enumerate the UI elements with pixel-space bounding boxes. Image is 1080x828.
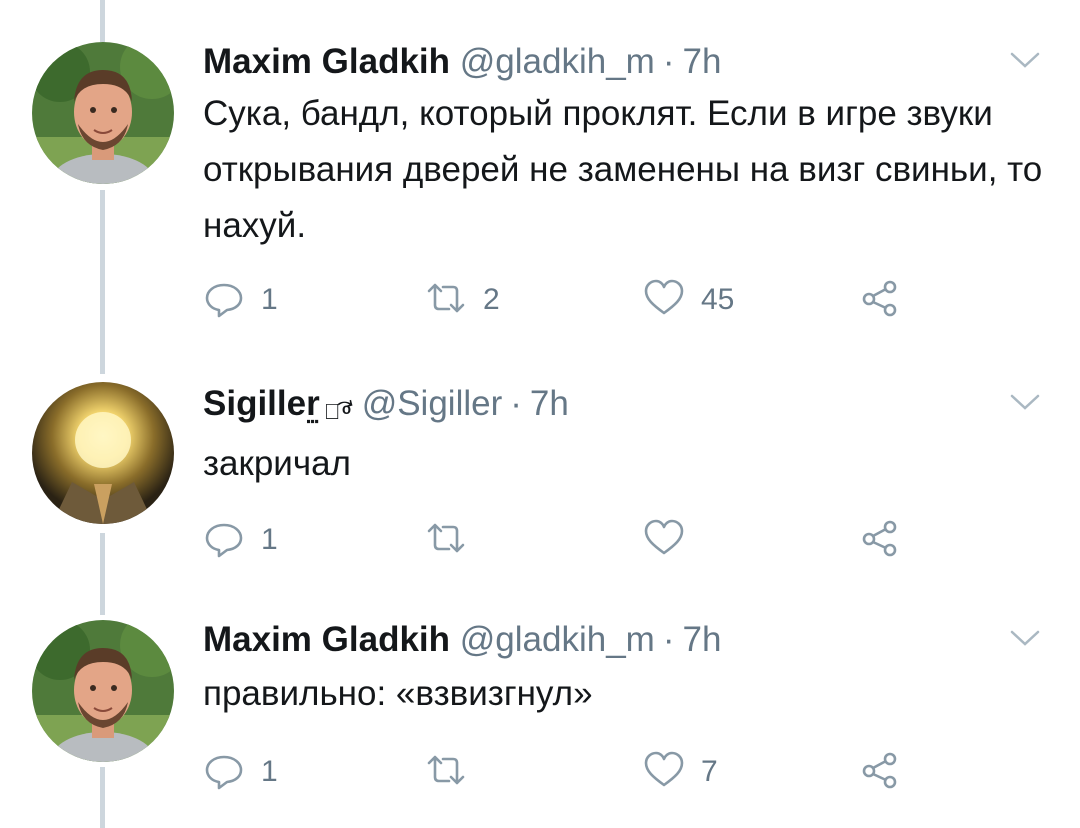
share-button[interactable] — [859, 518, 901, 562]
reply-count: 1 — [261, 755, 278, 788]
chevron-down-icon[interactable] — [1008, 626, 1042, 650]
timestamp[interactable]: 7h — [683, 42, 722, 81]
share-icon — [859, 517, 901, 564]
like-button[interactable]: 45 — [643, 278, 734, 322]
action-bar: 1 2 45 — [203, 278, 923, 322]
tweet-header: Maxim Gladkih @gladkih_m · 7h — [203, 32, 721, 92]
author-handle[interactable]: @Sigiller — [362, 384, 503, 423]
author-name[interactable]: Maxim Gladkih — [203, 42, 450, 81]
tweet-text: Сука, бандл, который проклят. Если в игр… — [203, 94, 1043, 245]
heart-icon — [643, 749, 685, 796]
avatar[interactable] — [32, 620, 174, 762]
avatar[interactable] — [32, 42, 174, 184]
separator-dot: · — [662, 620, 675, 659]
name-decoration: ⃨ ᷓ ͦ ⃕ — [317, 399, 352, 424]
like-count: 7 — [701, 755, 718, 788]
like-button[interactable]: 7 — [643, 750, 718, 794]
share-icon — [859, 749, 901, 796]
share-button[interactable] — [859, 278, 901, 322]
timestamp[interactable]: 7h — [530, 384, 569, 423]
retweet-icon — [425, 749, 467, 796]
reply-count: 1 — [261, 283, 278, 316]
retweet-count: 2 — [483, 283, 500, 316]
share-button[interactable] — [859, 750, 901, 794]
heart-icon — [643, 517, 685, 564]
avatar[interactable] — [32, 382, 174, 524]
reply-button[interactable]: 1 — [203, 278, 278, 322]
author-handle[interactable]: @gladkih_m — [460, 620, 655, 659]
author-name[interactable]: Sigiller⃨ ᷓ ͦ ⃕ — [203, 384, 352, 424]
tweet[interactable]: Maxim Gladkih @gladkih_m · 7h Сука, бандл,… — [0, 32, 1080, 332]
reply-count: 1 — [261, 523, 278, 556]
retweet-icon — [425, 277, 467, 324]
tweet-header: Maxim Gladkih @gladkih_m · 7h — [203, 610, 721, 670]
author-handle[interactable]: @gladkih_m — [460, 42, 655, 81]
reply-button[interactable]: 1 — [203, 750, 278, 794]
reply-icon — [203, 749, 245, 796]
reply-icon — [203, 517, 245, 564]
author-name[interactable]: Maxim Gladkih — [203, 620, 450, 659]
heart-icon — [643, 277, 685, 324]
separator-dot: · — [510, 384, 522, 423]
like-count: 45 — [701, 283, 735, 316]
retweet-button[interactable] — [425, 518, 483, 562]
timestamp[interactable]: 7h — [683, 620, 722, 659]
tweet[interactable]: Sigiller⃨ ᷓ ͦ ⃕ @Sigiller · 7h закричал 1 — [0, 374, 1080, 564]
tweet-text: правильно: «взвизгнул» — [203, 674, 593, 713]
retweet-button[interactable]: 2 — [425, 278, 500, 322]
retweet-icon — [425, 517, 467, 564]
share-icon — [859, 277, 901, 324]
reply-icon — [203, 277, 245, 324]
tweet-text: закричал — [203, 444, 351, 483]
retweet-button[interactable] — [425, 750, 483, 794]
tweet-header: Sigiller⃨ ᷓ ͦ ⃕ @Sigiller · 7h — [203, 374, 569, 434]
tweet[interactable]: Maxim Gladkih @gladkih_m · 7h правильно: «… — [0, 610, 1080, 810]
chevron-down-icon[interactable] — [1008, 390, 1042, 414]
reply-button[interactable]: 1 — [203, 518, 278, 562]
action-bar: 1 — [203, 518, 923, 562]
action-bar: 1 7 — [203, 750, 923, 794]
chevron-down-icon[interactable] — [1008, 48, 1042, 72]
separator-dot: · — [662, 42, 675, 81]
like-button[interactable] — [643, 518, 701, 562]
